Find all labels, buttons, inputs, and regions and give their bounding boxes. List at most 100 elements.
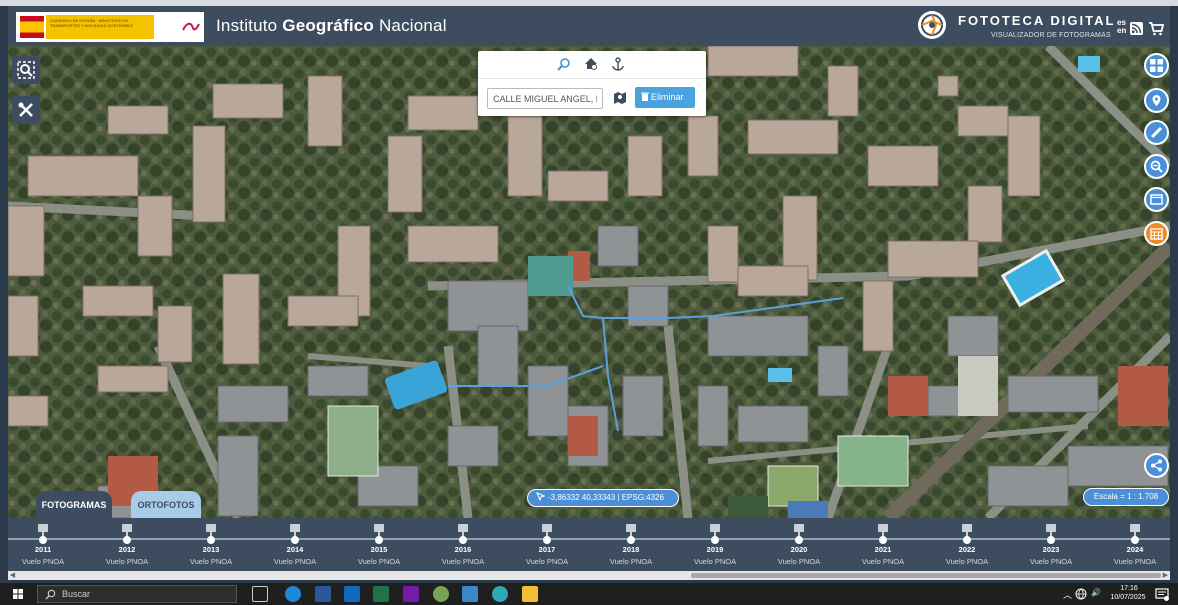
paint-icon[interactable] (433, 586, 449, 602)
photo-marker-icon[interactable] (290, 524, 300, 532)
calendar-button[interactable] (1144, 221, 1169, 246)
photo-marker-icon[interactable] (1046, 524, 1056, 532)
timeline-dot[interactable] (1047, 536, 1055, 544)
scroll-right-arrow-icon[interactable]: ▶ (1161, 571, 1170, 580)
photo-marker-icon[interactable] (962, 524, 972, 532)
timeline: 2011 Vuelo PNOA 2012 Vuelo PNOA 2013 Vuelo PN… (8, 518, 1170, 571)
zoom-tool-button[interactable] (12, 56, 40, 84)
timeline-dot[interactable] (291, 536, 299, 544)
timeline-dot[interactable] (207, 536, 215, 544)
timeline-year: 2015 (370, 545, 388, 554)
photo-marker-icon[interactable] (878, 524, 888, 532)
clock-date[interactable]: 10/07/2025 (1106, 594, 1150, 601)
clock-time[interactable]: 17:16 (1112, 585, 1146, 592)
photo-marker-icon[interactable] (458, 524, 468, 532)
timeline-year: 2017 (538, 545, 556, 554)
photo-marker-icon[interactable] (710, 524, 720, 532)
address-search-input[interactable] (487, 88, 603, 109)
volume-icon[interactable]: 🔊 (1091, 588, 1101, 597)
network-icon[interactable] (1075, 588, 1087, 600)
timeline-dot[interactable] (627, 536, 635, 544)
search-address-icon[interactable] (557, 57, 571, 71)
timeline-year: 2021 (874, 545, 892, 554)
fototeca-logo-icon (918, 11, 946, 39)
search-panel: Eliminar (478, 51, 706, 116)
extent-button[interactable] (1144, 187, 1169, 212)
taskbar-search-placeholder: Buscar (62, 589, 91, 599)
photo-marker-icon[interactable] (1130, 524, 1140, 532)
onenote-icon[interactable] (403, 586, 419, 602)
window-icon (1150, 194, 1163, 205)
measure-button[interactable] (1144, 120, 1169, 145)
horizontal-scrollbar[interactable]: ◀ ▶ (8, 571, 1170, 580)
panel-divider (478, 78, 706, 79)
timeline-dot[interactable] (543, 536, 551, 544)
zoom-button[interactable] (1144, 154, 1169, 179)
photo-marker-icon[interactable] (374, 524, 384, 532)
tray-overflow-icon[interactable]: ︿ (1063, 588, 1072, 601)
timeline-flight-label: Vuelo PNOA (357, 557, 401, 566)
locate-button[interactable] (1144, 88, 1169, 113)
photo-marker-icon[interactable] (206, 524, 216, 532)
timeline-flight-label: Vuelo PNOA (1029, 557, 1073, 566)
language-en-link[interactable]: en (1117, 27, 1126, 35)
scroll-thumb[interactable] (691, 573, 1161, 578)
photo-marker-icon[interactable] (542, 524, 552, 532)
taskbar-search-box[interactable]: Buscar (37, 585, 237, 603)
excel-icon[interactable] (373, 586, 389, 602)
timeline-flight-label: Vuelo PNOA (525, 557, 569, 566)
scroll-left-arrow-icon[interactable]: ◀ (8, 571, 17, 580)
timeline-flight-label: Vuelo PNOA (609, 557, 653, 566)
tab-fotogramas[interactable]: FOTOGRAMAS (36, 491, 112, 519)
aerial-map[interactable] (8, 46, 1170, 518)
notification-icon[interactable] (1155, 587, 1169, 601)
photo-marker-icon[interactable] (626, 524, 636, 532)
timeline-dot[interactable] (963, 536, 971, 544)
photo-marker-icon[interactable] (122, 524, 132, 532)
ign-title-suffix: Nacional (374, 16, 447, 35)
timeline-dot[interactable] (375, 536, 383, 544)
search-icon (45, 589, 56, 600)
share-icon (1151, 459, 1162, 472)
tools-button[interactable] (12, 96, 40, 124)
layers-button[interactable] (1144, 53, 1169, 78)
delete-button[interactable]: Eliminar (635, 87, 695, 108)
outlook-icon[interactable] (344, 586, 360, 602)
edge-browser-icon[interactable] (285, 586, 301, 602)
search-coordinates-icon[interactable] (611, 57, 625, 71)
timeline-dot[interactable] (795, 536, 803, 544)
timeline-dot[interactable] (39, 536, 47, 544)
timeline-year: 2018 (622, 545, 640, 554)
grid-icon (1150, 59, 1163, 72)
search-app-icon[interactable] (492, 586, 508, 602)
ign-title-bold: Geográfico (282, 16, 375, 35)
ign-small-logo (158, 20, 178, 34)
share-button[interactable] (1144, 453, 1169, 478)
ministry-banner: GOBIERNO DE ESPAÑA · MINISTERIO DE TRANS… (46, 15, 154, 39)
photo-marker-icon[interactable] (38, 524, 48, 532)
windows-start-icon[interactable] (0, 583, 36, 605)
cursor-icon (536, 492, 546, 502)
search-place-icon[interactable] (584, 57, 598, 71)
windows-taskbar: Buscar ︿ 🔊 17:16 10/07/2025 (0, 583, 1178, 605)
timeline-dot[interactable] (879, 536, 887, 544)
tab-ortofotos[interactable]: ORTOFOTOS (131, 491, 201, 519)
timeline-year: 2012 (118, 545, 136, 554)
timeline-dot[interactable] (1131, 536, 1139, 544)
file-explorer-icon[interactable] (522, 586, 538, 602)
location-pin-icon (1152, 95, 1161, 106)
timeline-dot[interactable] (711, 536, 719, 544)
calculator-icon[interactable] (462, 586, 478, 602)
map-locate-icon[interactable] (613, 91, 627, 105)
timeline-track (8, 538, 1170, 540)
task-view-icon[interactable] (252, 586, 268, 602)
timeline-dot[interactable] (123, 536, 131, 544)
timeline-flight-label: Vuelo PNOA (1113, 557, 1157, 566)
zoom-area-icon (17, 61, 35, 79)
word-icon[interactable] (315, 586, 331, 602)
rss-icon[interactable] (1130, 22, 1143, 35)
trash-icon (641, 92, 649, 101)
cart-icon[interactable] (1148, 21, 1164, 36)
photo-marker-icon[interactable] (794, 524, 804, 532)
timeline-dot[interactable] (459, 536, 467, 544)
